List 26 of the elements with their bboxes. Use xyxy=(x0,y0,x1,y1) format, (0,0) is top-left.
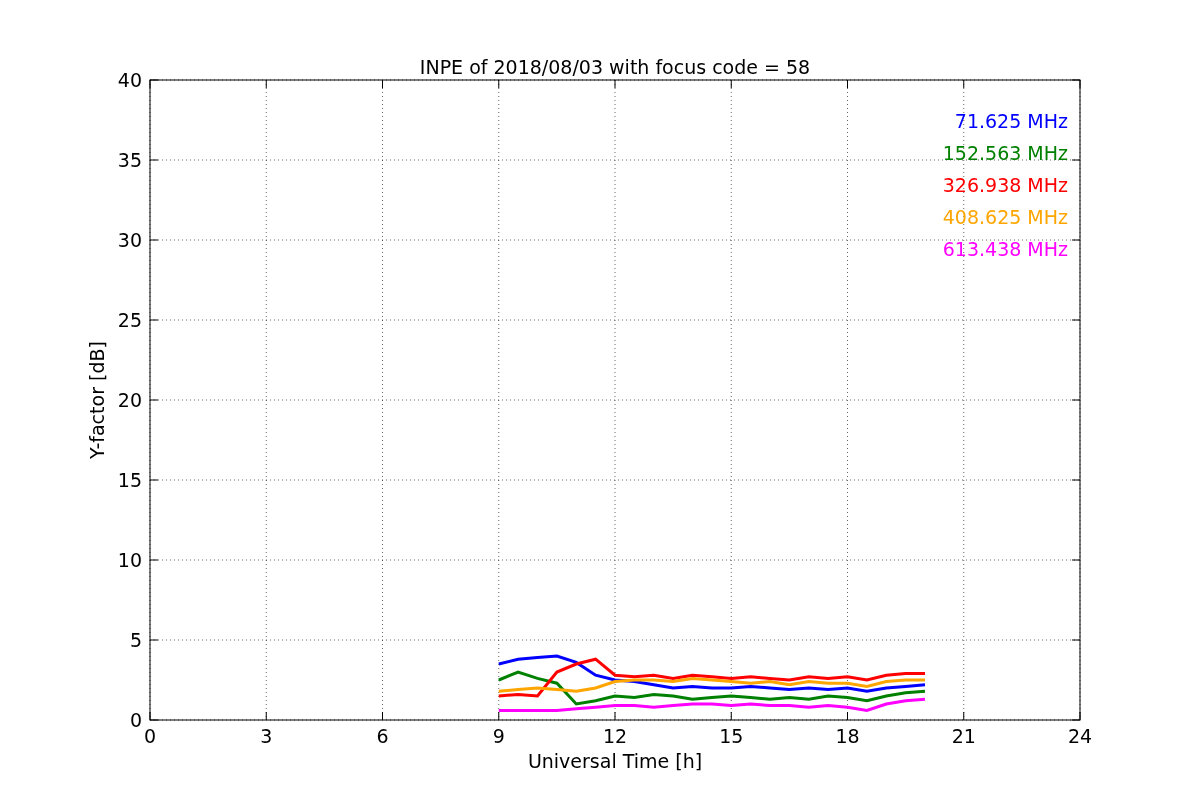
y-axis-label: Y-factor [dB] xyxy=(86,341,108,459)
x-tick-label: 0 xyxy=(143,725,157,747)
y-tick-label: 20 xyxy=(117,389,142,411)
y-tick-label: 35 xyxy=(117,149,142,171)
x-tick-label: 12 xyxy=(602,725,628,747)
x-axis-label: Universal Time [h] xyxy=(527,750,703,772)
y-tick-label: 5 xyxy=(129,629,142,651)
x-tick-label: 9 xyxy=(492,725,505,747)
y-tick-label: 25 xyxy=(117,309,142,331)
chart-title: INPE of 2018/08/03 with focus code = 58 xyxy=(419,56,811,78)
y-tick-label: 30 xyxy=(117,229,142,251)
y-tick-label: 0 xyxy=(129,709,142,731)
legend-label: 71.625 MHz xyxy=(954,110,1068,132)
x-tick-label: 24 xyxy=(1067,725,1093,747)
x-tick-label: 15 xyxy=(719,725,744,747)
x-tick-label: 3 xyxy=(260,725,273,747)
legend-label: 408.625 MHz xyxy=(942,206,1068,228)
x-tick-label: 18 xyxy=(835,725,860,747)
legend-label: 152.563 MHz xyxy=(942,142,1068,164)
y-tick-label: 40 xyxy=(117,69,142,91)
x-tick-label: 6 xyxy=(376,725,389,747)
x-tick-label: 21 xyxy=(951,725,976,747)
y-tick-label: 10 xyxy=(117,549,142,571)
legend-label: 326.938 MHz xyxy=(942,174,1068,196)
y-tick-label: 15 xyxy=(117,469,142,491)
legend-label: 613.438 MHz xyxy=(942,238,1068,260)
